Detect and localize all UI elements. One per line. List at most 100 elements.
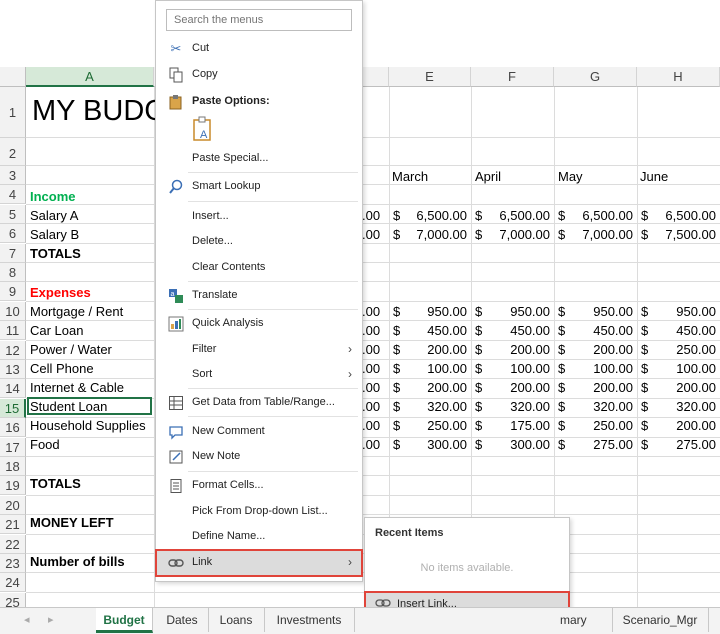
income-label[interactable]: Income (30, 187, 76, 206)
amount-cell-household[interactable]: $250.00 (389, 416, 471, 435)
month-header-march[interactable]: March (392, 167, 428, 186)
column-header-f[interactable]: F (471, 67, 554, 87)
car-loan-label[interactable]: Car Loan (30, 321, 83, 340)
tab-dates[interactable]: Dates (156, 608, 209, 632)
amount-cell-food[interactable]: $300.00 (471, 435, 554, 454)
column-header-h[interactable]: H (637, 67, 720, 87)
menu-item-format-cells[interactable]: Format Cells... (156, 474, 362, 498)
menu-item-cut[interactable]: ✂ Cut (156, 37, 362, 61)
amount-cell-student-loan[interactable]: $320.00 (389, 397, 471, 416)
amount-cell-food[interactable]: $275.00 (554, 435, 637, 454)
row-header-3[interactable]: 3 (0, 166, 26, 185)
food-label[interactable]: Food (30, 435, 60, 454)
row-header-24[interactable]: 24 (0, 573, 26, 592)
amount-cell-household[interactable]: $175.00 (471, 416, 554, 435)
totals-label-2[interactable]: TOTALS (30, 474, 81, 493)
row-header-21[interactable]: 21 (0, 515, 26, 534)
partial-cell-student_loan[interactable]: .00 (362, 397, 380, 416)
menu-item-new-comment[interactable]: New Comment (156, 420, 362, 444)
amount-cell-salary-a[interactable]: $6,500.00 (554, 206, 637, 225)
amount-cell-cell-phone[interactable]: $100.00 (554, 359, 637, 378)
amount-cell-mortgage[interactable]: $950.00 (554, 302, 637, 321)
tab-investments[interactable]: Investments (264, 608, 355, 632)
budget-title-cell[interactable]: MY BUDG (32, 91, 167, 131)
number-of-bills-label[interactable]: Number of bills (30, 552, 125, 571)
mortgage-label[interactable]: Mortgage / Rent (30, 302, 123, 321)
amount-cell-salary-a[interactable]: $6,500.00 (637, 206, 720, 225)
row-header-5[interactable]: 5 (0, 205, 26, 224)
partial-cell-cell_phone[interactable]: .00 (362, 359, 380, 378)
amount-cell-household[interactable]: $250.00 (554, 416, 637, 435)
menu-item-translate[interactable]: a Translate (156, 284, 362, 308)
row-header-11[interactable]: 11 (0, 321, 26, 340)
row-header-2[interactable]: 2 (0, 138, 26, 166)
scroll-right-icon[interactable]: ▸ (48, 613, 54, 626)
amount-cell-cell-phone[interactable]: $100.00 (471, 359, 554, 378)
amount-cell-student-loan[interactable]: $320.00 (554, 397, 637, 416)
menu-item-link[interactable]: Link › (155, 549, 363, 577)
row-header-18[interactable]: 18 (0, 457, 26, 476)
menu-item-insert[interactable]: Insert... (156, 205, 362, 229)
row-header-12[interactable]: 12 (0, 341, 26, 360)
menu-item-define-name[interactable]: Define Name... (156, 525, 362, 549)
tab-summary[interactable]: mary (560, 608, 613, 632)
tab-loans[interactable]: Loans (208, 608, 265, 632)
row-header-16[interactable]: 16 (0, 418, 26, 437)
column-header-a[interactable]: A (26, 67, 154, 87)
row-header-7[interactable]: 7 (0, 244, 26, 263)
row-header-13[interactable]: 13 (0, 360, 26, 379)
amount-cell-student-loan[interactable]: $320.00 (471, 397, 554, 416)
row-header-4[interactable]: 4 (0, 185, 26, 204)
amount-cell-power-water[interactable]: $200.00 (471, 340, 554, 359)
tab-budget[interactable]: Budget (96, 608, 153, 633)
menu-item-pick-dropdown[interactable]: Pick From Drop-down List... (156, 500, 362, 524)
amount-cell-salary-b[interactable]: $7,000.00 (389, 225, 471, 244)
salary-a-label[interactable]: Salary A (30, 206, 78, 225)
partial-cell-power_water[interactable]: .00 (362, 340, 380, 359)
student-loan-label[interactable]: Student Loan (27, 397, 152, 415)
amount-cell-student-loan[interactable]: $320.00 (637, 397, 720, 416)
menu-item-smart-lookup[interactable]: Smart Lookup (156, 175, 362, 199)
amount-cell-internet[interactable]: $200.00 (471, 378, 554, 397)
menu-item-filter[interactable]: Filter › (156, 338, 362, 362)
amount-cell-internet[interactable]: $200.00 (637, 378, 720, 397)
amount-cell-food[interactable]: $275.00 (637, 435, 720, 454)
row-header-25[interactable]: 25 (0, 593, 26, 607)
row-header-22[interactable]: 22 (0, 535, 26, 554)
power-water-label[interactable]: Power / Water (30, 340, 112, 359)
row-header-23[interactable]: 23 (0, 554, 26, 573)
amount-cell-salary-b[interactable]: $7,500.00 (637, 225, 720, 244)
row-header-15[interactable]: 15 (0, 399, 26, 418)
amount-cell-cell-phone[interactable]: $100.00 (637, 359, 720, 378)
amount-cell-salary-b[interactable]: $7,000.00 (471, 225, 554, 244)
amount-cell-power-water[interactable]: $200.00 (554, 340, 637, 359)
search-menus-input[interactable] (166, 9, 352, 31)
partial-cell-household[interactable]: .00 (362, 416, 380, 435)
menu-item-copy[interactable]: Copy (156, 63, 362, 87)
row-header-9[interactable]: 9 (0, 282, 26, 301)
amount-cell-power-water[interactable]: $200.00 (389, 340, 471, 359)
menu-item-get-data[interactable]: Get Data from Table/Range... (156, 391, 362, 415)
row-header-10[interactable]: 10 (0, 302, 26, 321)
amount-cell-mortgage[interactable]: $950.00 (637, 302, 720, 321)
amount-cell-power-water[interactable]: $250.00 (637, 340, 720, 359)
month-header-june[interactable]: June (640, 167, 668, 186)
partial-cell-car_loan[interactable]: .00 (362, 321, 380, 340)
menu-item-new-note[interactable]: New Note (156, 445, 362, 469)
household-label[interactable]: Household Supplies (30, 416, 146, 435)
expenses-label[interactable]: Expenses (30, 283, 91, 302)
amount-cell-internet[interactable]: $200.00 (554, 378, 637, 397)
paste-clipboard-icon[interactable]: A (192, 115, 214, 143)
select-all-corner[interactable] (0, 67, 26, 87)
amount-cell-car-loan[interactable]: $450.00 (471, 321, 554, 340)
amount-cell-household[interactable]: $200.00 (637, 416, 720, 435)
month-header-april[interactable]: April (475, 167, 501, 186)
amount-cell-salary-b[interactable]: $7,000.00 (554, 225, 637, 244)
internet-label[interactable]: Internet & Cable (30, 378, 124, 397)
column-header-e[interactable]: E (389, 67, 471, 87)
partial-cell-salary_a[interactable]: .00 (362, 206, 380, 225)
row-header-8[interactable]: 8 (0, 263, 26, 282)
salary-b-label[interactable]: Salary B (30, 225, 79, 244)
month-header-may[interactable]: May (558, 167, 583, 186)
row-header-17[interactable]: 17 (0, 438, 26, 457)
